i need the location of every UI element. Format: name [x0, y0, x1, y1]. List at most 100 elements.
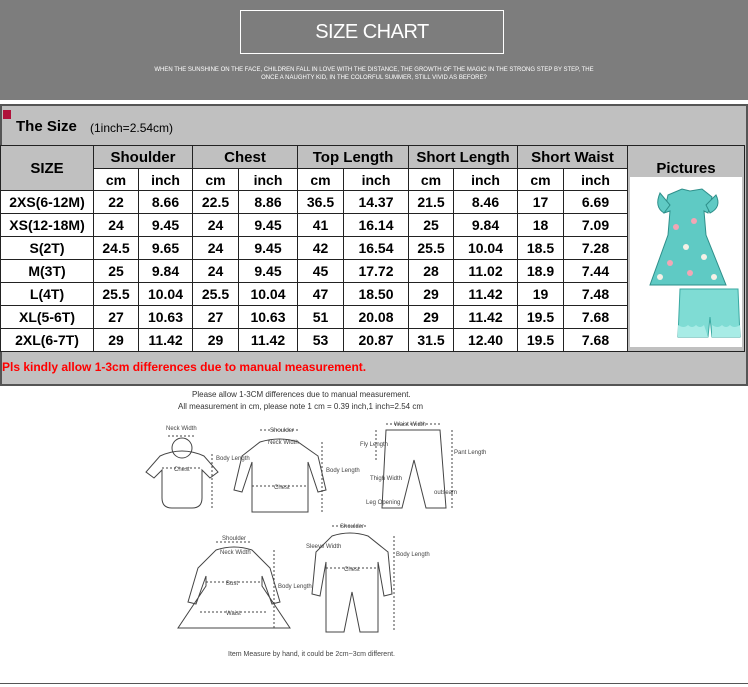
unit-inch: inch	[343, 168, 409, 191]
pictures-column: Pictures	[627, 145, 745, 352]
table-cell: 21.5	[408, 190, 454, 214]
fly-length-label: Fly Length	[360, 442, 388, 448]
unit-cm: cm	[517, 168, 564, 191]
table-cell: 29	[408, 305, 454, 329]
table-cell: 51	[297, 305, 344, 329]
table-cell: 7.44	[563, 259, 628, 283]
size-label: M(3T)	[0, 259, 94, 283]
table-cell: 12.40	[453, 328, 518, 352]
guide-footer: Item Measure by hand, it could be 2cm~3c…	[228, 651, 395, 658]
table-cell: 6.69	[563, 190, 628, 214]
table-header-row: SIZE Shoulder Chest Top Length Short Len…	[0, 145, 745, 352]
body-length-label: Body Length	[216, 456, 250, 462]
table-cell: 11.42	[238, 328, 298, 352]
size-label: 2XS(6-12M)	[0, 190, 94, 214]
body-length-label: Body Length	[326, 468, 360, 474]
table-cell: 24	[93, 213, 139, 237]
table-cell: 10.63	[238, 305, 298, 329]
table-cell: 19.5	[517, 328, 564, 352]
table-cell: 18	[517, 213, 564, 237]
table-cell: 25	[93, 259, 139, 283]
chest-label: Chest	[274, 485, 290, 491]
table-cell: 31.5	[408, 328, 454, 352]
unit-cm: cm	[297, 168, 344, 191]
header-top-length: Top Length	[297, 145, 409, 169]
table-cell: 18.5	[517, 236, 564, 260]
table-cell: 8.86	[238, 190, 298, 214]
table-cell: 16.54	[343, 236, 409, 260]
table-cell: 7.48	[563, 282, 628, 306]
size-label: XL(5-6T)	[0, 305, 94, 329]
table-cell: 8.46	[453, 190, 518, 214]
size-label: S(2T)	[0, 236, 94, 260]
pant-length-label: Pant Length	[454, 450, 486, 456]
table-cell: 7.28	[563, 236, 628, 260]
table-cell: 9.45	[238, 213, 298, 237]
table-cell: 9.45	[238, 259, 298, 283]
header-pictures: Pictures	[656, 160, 716, 177]
table-cell: 17	[517, 190, 564, 214]
unit-cm: cm	[93, 168, 139, 191]
table-cell: 29	[408, 282, 454, 306]
neck-width-label: Neck Width	[166, 426, 197, 432]
table-cell: 47	[297, 282, 344, 306]
header-size: SIZE	[0, 145, 94, 191]
table-cell: 25	[408, 213, 454, 237]
product-photo	[630, 177, 742, 347]
table-cell: 19.5	[517, 305, 564, 329]
chest-label: Chest	[344, 567, 360, 573]
section-marker-icon	[3, 110, 11, 119]
table-cell: 29	[93, 328, 139, 352]
table-cell: 27	[93, 305, 139, 329]
table-cell: 20.87	[343, 328, 409, 352]
unit-inch: inch	[138, 168, 193, 191]
unit-note: (1inch=2.54cm)	[90, 121, 174, 135]
table-cell: 41	[297, 213, 344, 237]
sleeve-width-label: Sleeve Width	[306, 544, 341, 550]
size-label: 2XL(6-7T)	[0, 328, 94, 352]
shoulder-label: Shoulder	[340, 524, 364, 530]
unit-cm: cm	[192, 168, 239, 191]
table-cell: 7.68	[563, 328, 628, 352]
body-length-label: Body Length	[278, 584, 312, 590]
header-shoulder: Shoulder	[93, 145, 193, 169]
waist-label: Waist	[226, 611, 241, 617]
table-cell: 14.37	[343, 190, 409, 214]
measurement-note: Pls kindly allow 1-3cm differences due t…	[2, 360, 367, 374]
table-cell: 8.66	[138, 190, 193, 214]
guide-line-1: Please allow 1-3CM differences due to ma…	[192, 390, 411, 399]
table-cell: 10.63	[138, 305, 193, 329]
header-chest: Chest	[192, 145, 298, 169]
romper-diagram: Neck Width Chest Body Length	[145, 426, 250, 509]
table-cell: 22	[93, 190, 139, 214]
table-cell: 42	[297, 236, 344, 260]
table-cell: 18.50	[343, 282, 409, 306]
banner-subtitle: WHEN THE SUNSHINE ON THE FACE, CHILDREN …	[154, 67, 594, 81]
table-cell: 7.68	[563, 305, 628, 329]
unit-inch: inch	[238, 168, 298, 191]
neck-width-label: Neck Width	[268, 440, 299, 446]
pants-diagram: Waist Width Fly Length Pant Length Thigh…	[360, 422, 486, 509]
unit-cm: cm	[408, 168, 454, 191]
table-cell: 53	[297, 328, 344, 352]
size-chart-title: SIZE CHART	[240, 10, 504, 54]
body-length-label: Body Length	[396, 552, 430, 558]
table-cell: 11.02	[453, 259, 518, 283]
table-cell: 11.42	[138, 328, 193, 352]
table-cell: 27	[192, 305, 239, 329]
table-cell: 10.04	[453, 236, 518, 260]
size-table: SIZE Shoulder Chest Top Length Short Len…	[0, 145, 745, 352]
table-cell: 9.45	[238, 236, 298, 260]
header-short-waist: Short Waist	[517, 145, 628, 169]
table-cell: 10.04	[138, 282, 193, 306]
table-cell: 9.65	[138, 236, 193, 260]
shoulder-label: Shoulder	[222, 536, 246, 542]
table-cell: 10.04	[238, 282, 298, 306]
header-short-length: Short Length	[408, 145, 518, 169]
table-cell: 18.9	[517, 259, 564, 283]
table-cell: 28	[408, 259, 454, 283]
bust-label: Bust	[226, 581, 238, 587]
table-cell: 24.5	[93, 236, 139, 260]
table-cell: 25.5	[93, 282, 139, 306]
table-cell: 19	[517, 282, 564, 306]
